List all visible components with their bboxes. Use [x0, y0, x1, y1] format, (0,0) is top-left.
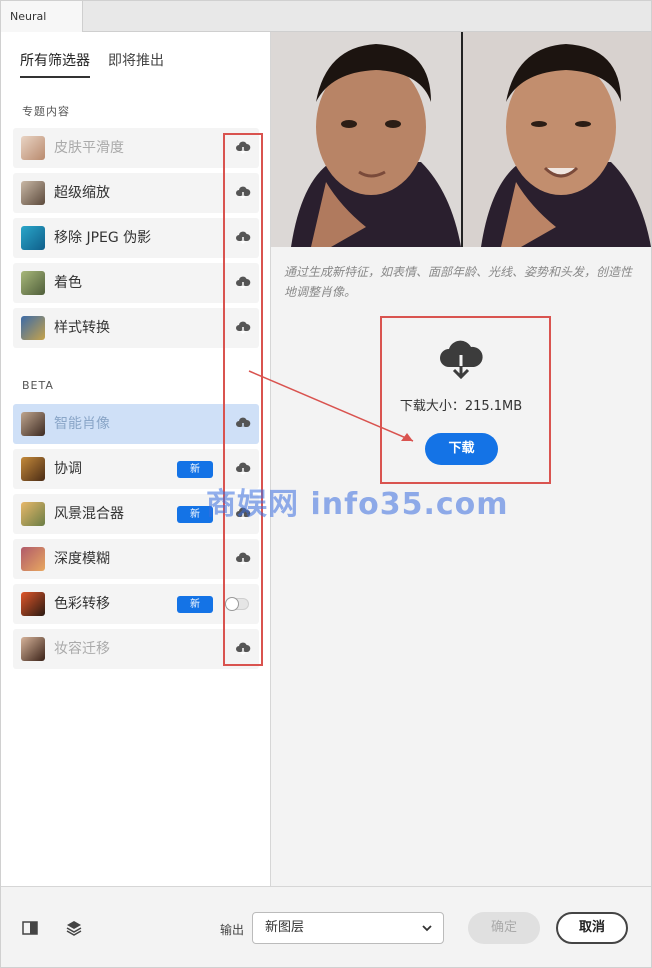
active-tab-underline [20, 76, 90, 78]
bottom-toolbar: 输出 新图层 确定 取消 [1, 886, 651, 967]
filter-label: 样式转换 [54, 320, 110, 336]
output-dropdown[interactable]: 新图层 [252, 912, 444, 944]
output-value: 新图层 [265, 920, 305, 935]
section-beta-label: BETA [22, 379, 54, 392]
new-badge: 新 [177, 461, 213, 478]
super-zoom-thumbnail [21, 181, 45, 205]
style-transfer-thumbnail [21, 316, 45, 340]
filter-label: 妆容迁移 [54, 641, 110, 657]
cancel-button[interactable]: 取消 [556, 912, 628, 944]
preview-divider [461, 32, 463, 247]
layers-icon[interactable] [65, 919, 83, 937]
filter-label: 超级缩放 [54, 185, 110, 201]
harmonization-thumbnail [21, 457, 45, 481]
filter-label: 皮肤平滑度 [54, 140, 124, 156]
filter-label: 着色 [54, 275, 82, 291]
filter-label: 智能肖像 [54, 416, 110, 432]
filter-label: 移除 JPEG 伪影 [54, 230, 152, 246]
ok-button[interactable]: 确定 [468, 912, 540, 944]
neural-filters-window: Neural Filters 所有筛选器 即将推出 专题内容 皮肤平滑度 超级缩… [0, 0, 652, 968]
filter-label: 风景混合器 [54, 506, 124, 522]
skin-smoothing-thumbnail [21, 136, 45, 160]
filter-label: 色彩转移 [54, 596, 110, 612]
neural-filters-tab[interactable]: Neural Filters [1, 1, 83, 54]
panel-tab-bar: Neural Filters [1, 1, 651, 54]
before-after-preview [271, 32, 651, 247]
jpeg-artifacts-thumbnail [21, 226, 45, 250]
watermark-text: 商娱网 info35.com [206, 487, 509, 522]
section-featured-label: 专题内容 [22, 105, 70, 118]
colorize-thumbnail [21, 271, 45, 295]
smart-portrait-thumbnail [21, 412, 45, 436]
tab-all-filters[interactable]: 所有筛选器 [20, 50, 90, 70]
color-transfer-thumbnail [21, 592, 45, 616]
landscape-mixer-thumbnail [21, 502, 45, 526]
tab-coming-soon[interactable]: 即将推出 [108, 50, 164, 70]
annotation-arrow [248, 370, 414, 442]
filter-label: 深度模糊 [54, 551, 110, 567]
output-label: 输出 [220, 923, 245, 937]
filter-description: 通过生成新特征，如表情、面部年龄、光线、姿势和头发，创造性地调整肖像。 [284, 265, 633, 299]
makeup-transfer-thumbnail [21, 637, 45, 661]
depth-blur-thumbnail [21, 547, 45, 571]
filter-label: 协调 [54, 461, 82, 477]
new-badge: 新 [177, 596, 213, 613]
chevron-down-icon [422, 925, 432, 932]
split-view-icon[interactable] [21, 919, 39, 937]
